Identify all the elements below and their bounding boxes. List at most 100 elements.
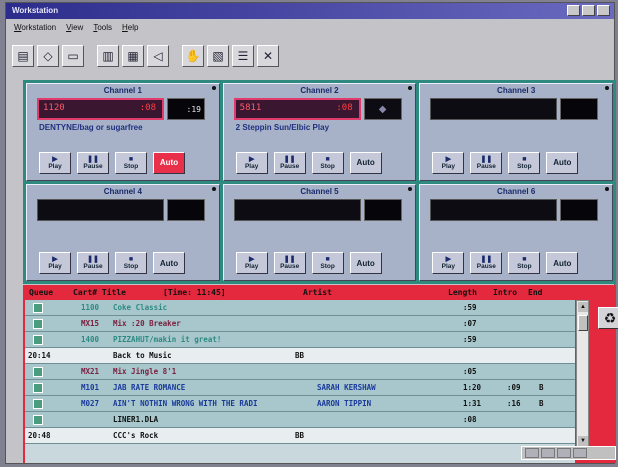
close-button[interactable] — [597, 5, 610, 16]
queue-row[interactable]: M027 AIN'T NOTHIN WRONG WITH THE RADI AARO… — [25, 396, 575, 412]
stop-label: Stop — [320, 263, 335, 270]
tray-button[interactable] — [541, 448, 555, 458]
queue-row[interactable]: 1400 PIZZAHUT/makin it great!:59 — [25, 332, 575, 348]
queue-row[interactable]: LINER1.DLA:08 — [25, 412, 575, 428]
scroll-thumb[interactable] — [578, 315, 588, 331]
play-icon: ▶ — [445, 256, 452, 263]
transport-controls: ▶ Play ❚❚ Pause ■ Stop Auto — [432, 252, 579, 274]
length: 1:20 — [463, 383, 482, 392]
channel-title: Channel 4 — [103, 186, 142, 196]
cue-number: 1120 — [43, 103, 65, 113]
auto-button[interactable]: Auto — [546, 252, 579, 274]
artist-column-header[interactable]: Artist — [303, 288, 332, 297]
cart-title-column-header[interactable]: Cart# Title — [73, 288, 126, 297]
cue-display[interactable]: 5811:08 — [233, 98, 361, 120]
length: :59 — [463, 335, 477, 344]
scroll-down-icon[interactable]: ▼ — [578, 436, 588, 446]
auto-button[interactable]: Auto — [153, 252, 185, 274]
auto-button[interactable]: Auto — [546, 151, 579, 174]
auto-button[interactable]: Auto — [349, 252, 382, 274]
hand-icon[interactable]: ✋ — [182, 45, 204, 67]
cue-display[interactable] — [233, 198, 361, 221]
list-icon[interactable]: ☰ — [232, 45, 254, 67]
status-dot-icon — [605, 186, 609, 191]
stop-button[interactable]: ■ Stop — [115, 151, 147, 174]
pause-icon: ❚❚ — [480, 155, 493, 163]
menu-tools[interactable]: Tools — [93, 23, 112, 35]
pause-button[interactable]: ❚❚ Pause — [273, 151, 306, 174]
play-button[interactable]: ▶ Play — [235, 151, 268, 174]
status-dot-icon — [408, 86, 413, 90]
queue-row[interactable]: MX21 Mix Jingle 8'1:05 — [25, 364, 575, 380]
tray-button[interactable] — [557, 448, 571, 458]
play-button[interactable]: ▶ Play — [235, 252, 268, 274]
menu-help[interactable]: Help — [122, 23, 138, 35]
marker-code: BB — [295, 351, 305, 360]
equalizer-icon[interactable]: ▥ — [97, 45, 119, 67]
tray-button[interactable] — [573, 448, 587, 458]
tray-button[interactable] — [525, 448, 539, 458]
maximize-button[interactable] — [582, 5, 595, 16]
transport-controls: ▶ Play ❚❚ Pause ■ Stop Auto — [39, 252, 185, 274]
stop-button[interactable]: ■ Stop — [508, 252, 541, 274]
auto-button[interactable]: Auto — [153, 151, 185, 174]
marker-code: BB — [295, 431, 305, 440]
cue-display[interactable] — [430, 198, 558, 221]
intro-column-header[interactable]: Intro — [493, 288, 517, 297]
scroll-up-icon[interactable]: ▲ — [578, 302, 588, 312]
cue-display[interactable] — [430, 98, 558, 120]
queue-row[interactable]: 20:14 Back to Music BB — [25, 348, 575, 364]
queue-list[interactable]: 1100 Coke Classic:59 MX15 Mix :20 Breaker:0… — [25, 300, 575, 463]
stop-icon: ■ — [325, 155, 330, 163]
pause-label: Pause — [83, 263, 103, 270]
library-icon[interactable]: ▧ — [207, 45, 229, 67]
document-icon[interactable]: ▤ — [12, 45, 34, 67]
play-label: Play — [48, 162, 62, 170]
length: :07 — [463, 319, 477, 328]
stop-label: Stop — [123, 263, 139, 270]
queue-row[interactable]: MX15 Mix :20 Breaker:07 — [25, 316, 575, 332]
queue-row[interactable]: M101 JAB RATE ROMANCE SARAH KERSHAW 1:20:09… — [25, 380, 575, 396]
recycle-icon[interactable]: ♻ — [598, 307, 618, 329]
queue-column-header[interactable]: Queue — [29, 288, 53, 297]
cue-display[interactable]: 1120:08 — [37, 98, 164, 120]
channel-title: Channel 2 — [300, 86, 339, 95]
pause-button[interactable]: ❚❚ Pause — [77, 252, 109, 274]
queue-row[interactable]: 1100 Coke Classic:59 — [25, 300, 575, 316]
end-column-header[interactable]: End — [528, 288, 542, 297]
queue-scrollbar[interactable]: ▲ ▼ — [576, 300, 589, 448]
pause-button[interactable]: ❚❚ Pause — [273, 252, 306, 274]
stop-button[interactable]: ■ Stop — [311, 252, 344, 274]
cart-icon[interactable]: ◇ — [37, 45, 59, 67]
pause-button[interactable]: ❚❚ Pause — [77, 151, 109, 174]
cart-number: MX21 — [81, 367, 100, 376]
cart-title: Mix :20 Breaker — [113, 319, 181, 328]
stop-button[interactable]: ■ Stop — [508, 151, 541, 174]
pause-button[interactable]: ❚❚ Pause — [470, 151, 503, 174]
channel-1-panel: Channel 1 1120:08:19 DENTYNE/bag or sugarf… — [26, 83, 220, 181]
queue-row[interactable]: 20:48 CCC's Rock BB — [25, 428, 575, 444]
cart-icon — [33, 319, 43, 329]
stop-button[interactable]: ■ Stop — [115, 252, 147, 274]
marker-time: 20:48 — [28, 431, 51, 440]
play-button[interactable]: ▶ Play — [432, 252, 465, 274]
stop-button[interactable]: ■ Stop — [311, 151, 344, 174]
menu-view[interactable]: View — [66, 23, 83, 35]
play-button[interactable]: ▶ Play — [39, 151, 71, 174]
pause-button[interactable]: ❚❚ Pause — [470, 252, 503, 274]
play-label: Play — [244, 162, 259, 170]
play-button[interactable]: ▶ Play — [432, 151, 465, 174]
countdown-timer — [167, 198, 205, 221]
panel-icon[interactable]: ▭ — [62, 45, 84, 67]
cue-display[interactable] — [37, 198, 164, 221]
auto-button[interactable]: Auto — [349, 151, 382, 174]
minimize-button[interactable] — [567, 5, 580, 16]
cart-icon — [33, 399, 43, 409]
tools-icon[interactable]: ✕ — [257, 45, 279, 67]
end-code: B — [539, 399, 544, 408]
speaker-icon[interactable]: ◁ — [147, 45, 169, 67]
length-column-header[interactable]: Length — [448, 288, 477, 297]
play-button[interactable]: ▶ Play — [39, 252, 71, 274]
menu-workstation[interactable]: Workstation — [14, 23, 56, 35]
meter-icon[interactable]: ▦ — [122, 45, 144, 67]
